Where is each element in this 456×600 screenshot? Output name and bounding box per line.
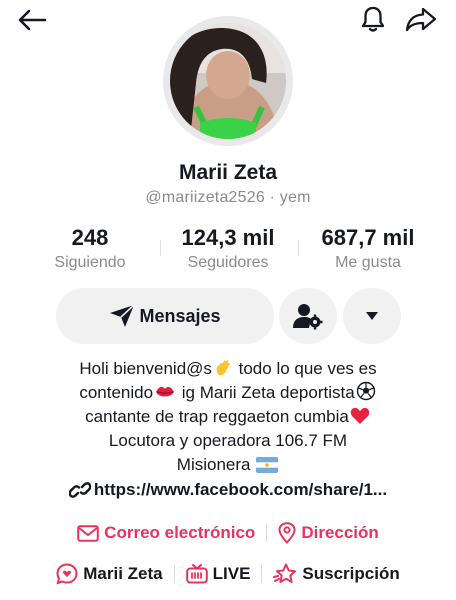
avatar-ring[interactable] xyxy=(163,16,293,146)
feature-row: Marii Zeta LIVE Suscripción xyxy=(0,561,456,587)
bio-line-2a: contenido xyxy=(79,383,154,402)
address-label: Dirección xyxy=(301,523,379,542)
subscription-button[interactable]: Suscripción xyxy=(273,563,400,585)
link-icon xyxy=(68,482,91,498)
send-icon xyxy=(110,304,136,327)
nickname-chat-button[interactable]: Marii Zeta xyxy=(56,563,163,585)
row-divider xyxy=(173,565,175,583)
stats-row: 248 Siguiendo 124,3 mil Seguidores 687,7… xyxy=(0,225,456,275)
bio-line-2b: ig Marii Zeta deportista xyxy=(177,383,355,402)
stat-label: Me gusta xyxy=(335,254,401,271)
caret-down-icon xyxy=(366,312,378,320)
back-button[interactable] xyxy=(14,4,50,36)
stat-label: Siguiendo xyxy=(54,254,126,271)
location-pin-icon xyxy=(278,522,296,544)
live-tv-icon xyxy=(185,564,208,584)
share-button[interactable] xyxy=(402,3,440,35)
avatar xyxy=(170,23,286,139)
more-options-button[interactable] xyxy=(343,288,401,344)
user-settings-button[interactable] xyxy=(279,288,337,344)
stat-followers[interactable]: 124,3 mil Seguidores xyxy=(168,225,288,273)
nickname-label: Marii Zeta xyxy=(83,564,163,583)
message-button[interactable]: Mensajes xyxy=(56,288,274,344)
email-label: Correo electrónico xyxy=(104,523,256,542)
soccer-ball-icon xyxy=(356,381,375,401)
stat-likes[interactable]: 687,7 mil Me gusta xyxy=(306,225,430,273)
share-icon xyxy=(405,7,437,32)
user-settings-icon xyxy=(293,304,323,330)
live-button[interactable]: LIVE xyxy=(185,564,251,584)
red-heart-icon xyxy=(350,407,370,424)
email-icon xyxy=(77,524,99,542)
action-buttons: Mensajes xyxy=(0,288,456,344)
bell-icon xyxy=(361,6,385,32)
argentina-flag-icon xyxy=(256,457,279,473)
subscription-label: Suscripción xyxy=(302,564,400,583)
message-button-label: Mensajes xyxy=(139,305,221,326)
row-divider xyxy=(266,524,268,542)
stat-value: 248 xyxy=(71,225,109,250)
stat-value: 687,7 mil xyxy=(321,225,415,250)
stat-label: Seguidores xyxy=(187,254,269,271)
profile-name: Marii Zeta xyxy=(178,161,278,184)
stat-divider xyxy=(160,240,161,256)
stat-divider xyxy=(298,240,299,256)
bio-link-text: https://www.facebook.com/share/1... xyxy=(93,480,388,499)
star-subscription-icon xyxy=(273,563,297,583)
email-button[interactable]: Correo electrónico xyxy=(77,523,255,543)
address-button[interactable]: Dirección xyxy=(278,522,379,544)
bio-link[interactable]: https://www.facebook.com/share/1... xyxy=(0,480,456,500)
back-arrow-icon xyxy=(18,9,47,31)
row-divider xyxy=(261,565,263,583)
bio-line-3: cantante de trap reggaeton cumbia xyxy=(85,407,349,426)
notifications-button[interactable] xyxy=(355,3,391,35)
profile-handle: @mariizeta2526 · yem xyxy=(145,189,311,206)
bio-line-4: Locutora y operadora 106.7 FM xyxy=(108,431,348,450)
bio-line-1a: Holi bienvenid@s xyxy=(79,359,212,378)
stat-value: 124,3 mil xyxy=(181,225,275,250)
stat-following[interactable]: 248 Siguiendo xyxy=(40,225,140,273)
live-label: LIVE xyxy=(212,564,251,583)
chat-heart-icon xyxy=(56,563,78,585)
kiss-lips-icon xyxy=(156,387,175,397)
bio-line-5: Misionera xyxy=(176,455,256,474)
waving-hand-icon xyxy=(216,360,230,376)
bio: Holi bienvenid@s todo lo que ves es cont… xyxy=(0,357,456,477)
contact-row: Correo electrónico Dirección xyxy=(0,520,456,546)
bio-line-1b: todo lo que ves es xyxy=(233,359,377,378)
